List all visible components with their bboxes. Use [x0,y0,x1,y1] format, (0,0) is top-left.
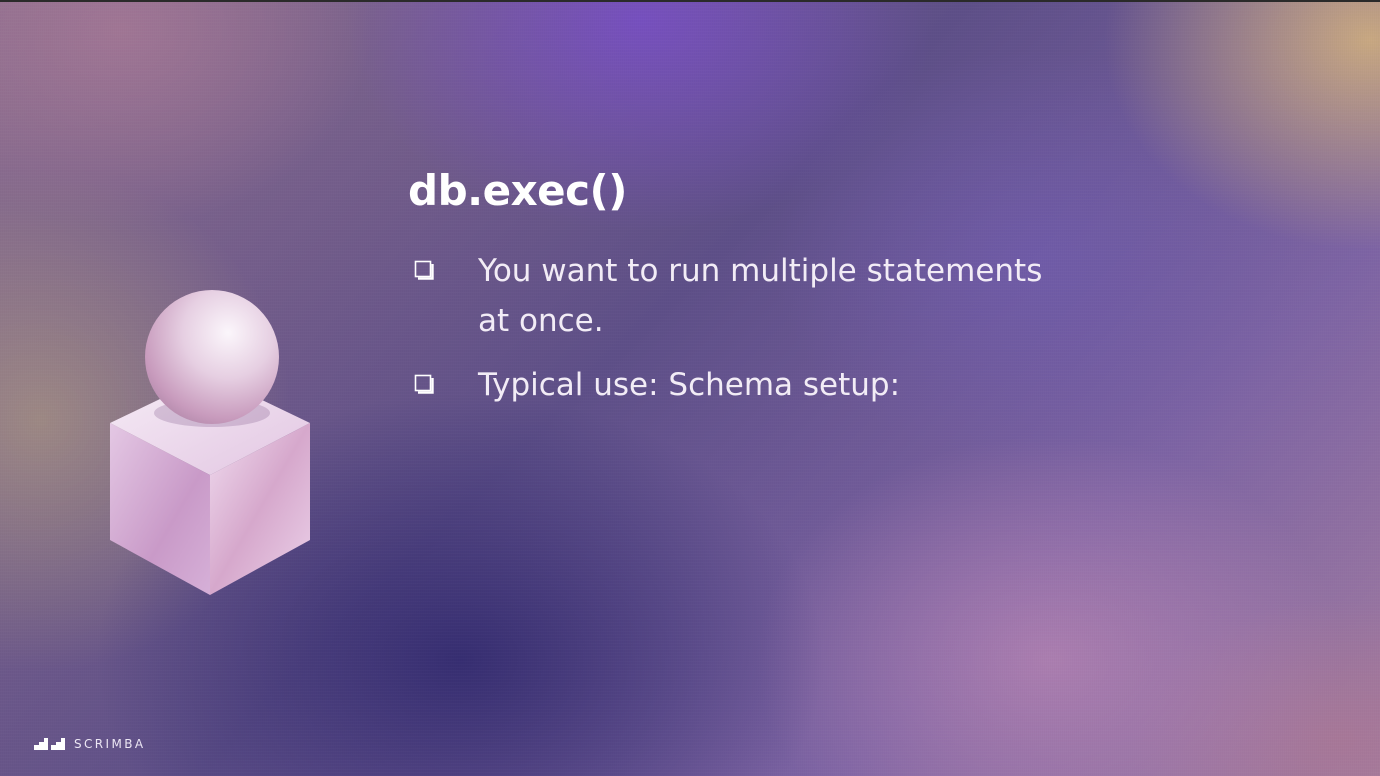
bullet-text: You want to run multiple statements at o… [478,253,1043,339]
sphere [145,290,279,424]
scrimba-logo-icon [34,738,65,750]
checkbox-icon [414,374,434,394]
top-border [0,0,1380,2]
brand-name: SCRIMBA [74,737,146,751]
bullet-item: You want to run multiple statements at o… [414,246,1054,346]
slide-title: db.exec() [408,166,627,215]
slide-canvas: db.exec() You want to run multiple state… [0,0,1380,776]
bullet-text: Typical use: Schema setup: [478,367,901,403]
bullet-item: Typical use: Schema setup: [414,360,1054,410]
bullet-list: You want to run multiple statements at o… [414,246,1054,424]
brand: SCRIMBA [34,736,145,752]
checkbox-icon [414,260,434,280]
sphere-on-cube-icon [110,290,310,595]
